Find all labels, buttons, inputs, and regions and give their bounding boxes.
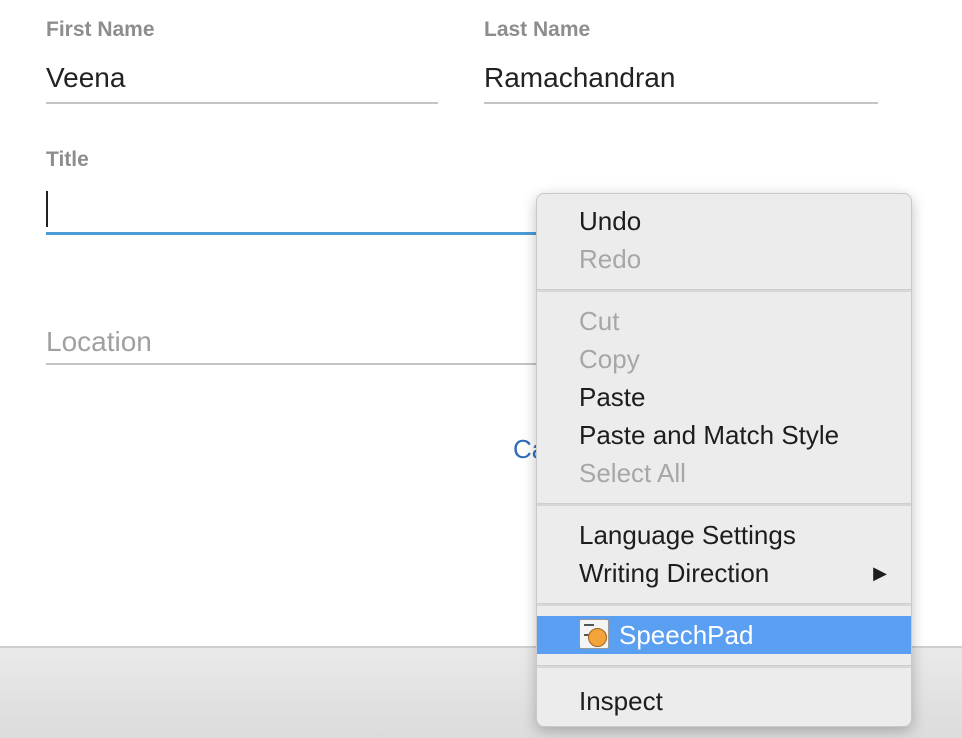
menu-item-undo[interactable]: Undo <box>537 202 911 240</box>
menu-separator <box>537 503 911 506</box>
speechpad-app-icon <box>579 619 609 649</box>
menu-item-copy[interactable]: Copy <box>537 340 911 378</box>
menu-item-paste-match-style[interactable]: Paste and Match Style <box>537 416 911 454</box>
menu-item-writing-direction-label: Writing Direction <box>579 558 770 588</box>
title-label: Title <box>46 148 89 171</box>
location-underline <box>46 363 538 365</box>
menu-item-speechpad-label: SpeechPad <box>619 620 754 650</box>
cancel-button[interactable]: Ca <box>513 434 536 465</box>
text-caret <box>46 191 48 227</box>
title-underline <box>46 232 538 235</box>
context-menu: Undo Redo Cut Copy Paste Paste and Match… <box>536 193 912 727</box>
last-name-input[interactable]: Ramachandran <box>484 62 675 94</box>
menu-item-inspect[interactable]: Inspect <box>537 682 911 720</box>
page: First Name Veena Last Name Ramachandran … <box>0 0 962 738</box>
menu-separator <box>537 289 911 292</box>
menu-separator <box>537 665 911 668</box>
first-name-input[interactable]: Veena <box>46 62 125 94</box>
menu-item-cut[interactable]: Cut <box>537 302 911 340</box>
title-input[interactable] <box>50 190 450 230</box>
menu-item-select-all[interactable]: Select All <box>537 454 911 492</box>
menu-item-redo[interactable]: Redo <box>537 240 911 278</box>
last-name-label: Last Name <box>484 18 591 41</box>
menu-item-paste[interactable]: Paste <box>537 378 911 416</box>
first-name-label: First Name <box>46 18 155 41</box>
last-name-underline <box>484 102 878 104</box>
menu-item-writing-direction[interactable]: Writing Direction ▶ <box>537 554 911 592</box>
submenu-arrow-icon: ▶ <box>873 563 887 583</box>
menu-separator <box>537 603 911 606</box>
first-name-underline <box>46 102 438 104</box>
location-input[interactable]: Location <box>46 326 152 358</box>
menu-item-language-settings[interactable]: Language Settings <box>537 516 911 554</box>
menu-item-speechpad[interactable]: SpeechPad <box>537 616 911 654</box>
